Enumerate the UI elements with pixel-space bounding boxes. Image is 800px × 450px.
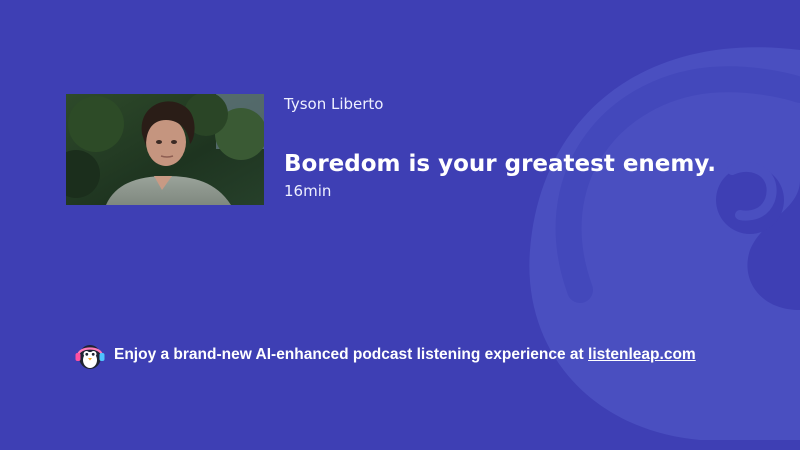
penguin-headphones-logo-icon [75, 345, 105, 369]
episode-title[interactable]: Boredom is your greatest enemy. [284, 149, 754, 179]
episode-duration: 16min [284, 182, 332, 200]
episode-meta: Tyson Liberto Boredom is your greatest e… [284, 94, 754, 201]
listenleap-watermark-icon [529, 47, 800, 440]
promo-text: Enjoy a brand-new AI-enhanced podcast li… [114, 346, 696, 364]
episode-thumbnail[interactable] [66, 94, 264, 205]
episode-thumbnail-photo-icon [66, 94, 264, 205]
episode-author[interactable]: Tyson Liberto [284, 94, 754, 114]
promo-message: Enjoy a brand-new AI-enhanced podcast li… [114, 346, 589, 363]
promo-link[interactable]: listenleap.com [588, 346, 696, 363]
promo-banner: Enjoy a brand-new AI-enhanced podcast li… [74, 340, 696, 370]
episode-card[interactable]: Tyson Liberto Boredom is your greatest e… [66, 94, 754, 205]
